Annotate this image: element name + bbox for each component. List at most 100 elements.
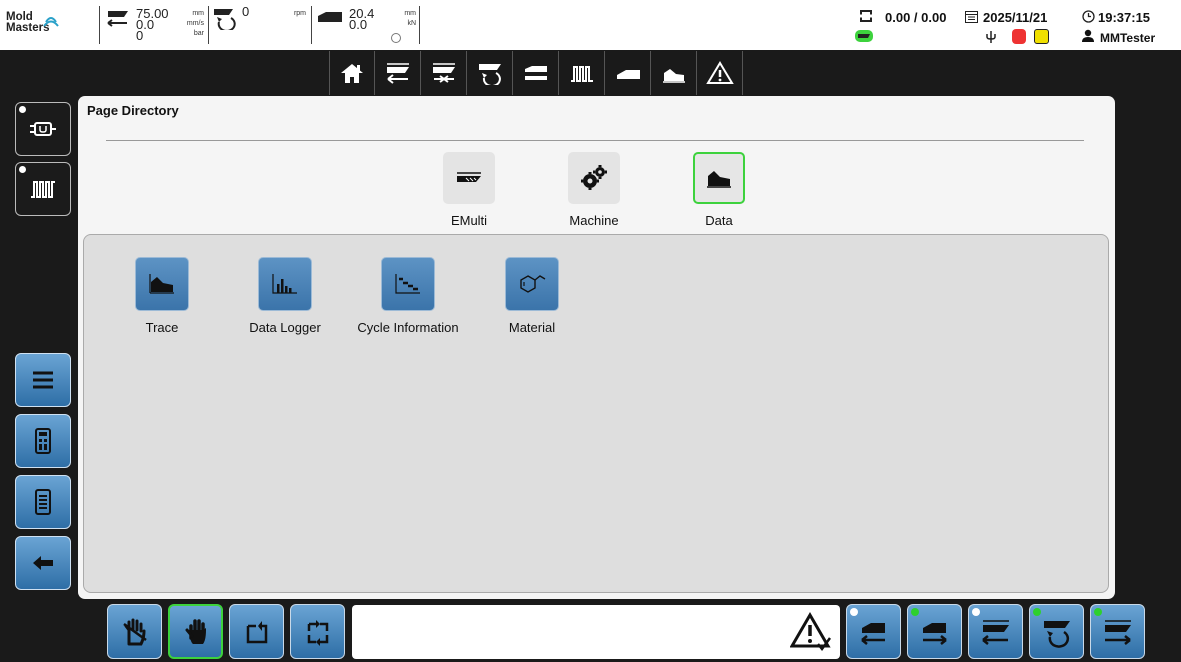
nav-injection[interactable] — [375, 51, 421, 95]
divider — [311, 6, 312, 44]
carriage-icon — [318, 12, 342, 22]
carriage-forward-icon — [922, 622, 947, 645]
nav-screw[interactable] — [467, 51, 513, 95]
status-dot-green — [1033, 608, 1041, 616]
auto-cycle-button[interactable] — [290, 604, 345, 659]
calculator-icon — [35, 428, 51, 454]
category-label: Data — [705, 213, 733, 228]
user-name: MMTester — [1100, 31, 1156, 45]
injection-forward-icon — [1104, 619, 1131, 645]
nav-data[interactable] — [651, 51, 697, 95]
carriage-back-button[interactable] — [846, 604, 901, 659]
item-cycle-information[interactable]: Cycle Information — [348, 257, 468, 335]
alarm-message-field[interactable] — [352, 605, 840, 659]
heater-button[interactable] — [15, 162, 71, 216]
status-dot-green — [911, 608, 919, 616]
menu-icon — [33, 371, 53, 389]
document-button[interactable] — [15, 475, 71, 529]
nav-hold[interactable] — [421, 51, 467, 95]
status-bar: Mold Masters 75.00 0.0 0 mm mm/s bar 0 r… — [0, 0, 1181, 50]
screw-rotate-button[interactable] — [1029, 604, 1084, 659]
shot-values: 0.00 / 0.00 — [885, 10, 947, 25]
nav-carriage[interactable] — [605, 51, 651, 95]
injection-back-button[interactable] — [968, 604, 1023, 659]
power-icon — [30, 122, 56, 136]
category-machine[interactable]: Machine — [544, 152, 644, 228]
page-title: Page Directory — [87, 103, 179, 118]
injection-hold-icon — [432, 63, 455, 83]
mold-masters-logo: Mold Masters — [6, 11, 59, 34]
nav-home[interactable] — [329, 51, 375, 95]
unit-bar: bar — [193, 30, 204, 37]
area-chart-icon — [707, 171, 731, 188]
data-chart-icon — [662, 69, 685, 83]
manual-hand-button[interactable] — [107, 604, 162, 659]
emulti-icon — [457, 172, 481, 182]
home-icon — [341, 64, 363, 83]
nav-heater[interactable] — [559, 51, 605, 95]
menu-button[interactable] — [15, 353, 71, 407]
heater-icon — [31, 181, 55, 198]
item-icon-box — [505, 257, 559, 311]
gears-icon — [581, 165, 607, 190]
category-icon-box — [443, 152, 495, 204]
item-data-logger[interactable]: Data Logger — [240, 257, 330, 335]
nav-nozzle[interactable] — [513, 51, 559, 95]
top-navigation — [329, 51, 743, 95]
cycle-icon — [859, 10, 873, 22]
usb-icon — [986, 31, 996, 43]
divider — [106, 140, 1084, 141]
alarm-acknowledged-icon — [790, 612, 832, 652]
unit-mm: mm — [192, 10, 204, 17]
injection-forward-button[interactable] — [1090, 604, 1145, 659]
single-cycle-button[interactable] — [229, 604, 284, 659]
injection-back-icon — [981, 619, 1009, 645]
page-directory-panel: Page Directory EMulti Machine Data Trace — [78, 96, 1115, 599]
clock-icon — [1082, 10, 1095, 23]
carriage-back-icon — [860, 622, 885, 645]
category-data[interactable]: Data — [669, 152, 769, 228]
carriage-icon — [616, 70, 640, 79]
unit-mm-s: mm/s — [186, 20, 204, 27]
memory-card-icon — [1012, 29, 1026, 44]
hand-button[interactable] — [168, 604, 223, 659]
category-icon-box-active — [693, 152, 745, 204]
divider — [99, 6, 100, 44]
document-icon — [35, 489, 51, 515]
divider — [208, 6, 209, 44]
status-indicator-icon — [391, 33, 401, 43]
manual-hand-icon — [122, 618, 147, 645]
calculator-button[interactable] — [15, 414, 71, 468]
unit-mm: mm — [404, 10, 416, 17]
molecule-icon — [520, 275, 546, 293]
status-dot — [972, 608, 980, 616]
user-icon — [1082, 29, 1094, 42]
item-icon-box — [381, 257, 435, 311]
nav-alarms[interactable] — [697, 51, 743, 95]
single-cycle-icon — [246, 620, 267, 643]
calendar-icon — [965, 11, 978, 23]
bar-chart-icon — [272, 274, 297, 294]
date: 2025/11/21 — [983, 10, 1048, 25]
data-items-panel: Trace Data Logger Cycle Information Mate… — [83, 234, 1109, 593]
injection-pressure: 0 — [136, 28, 144, 43]
carriage-force: 0.0 — [349, 17, 368, 32]
item-icon-box — [258, 257, 312, 311]
item-label: Material — [508, 320, 556, 335]
category-emulti[interactable]: EMulti — [419, 152, 519, 228]
heater-icon — [570, 66, 593, 82]
power-button[interactable] — [15, 102, 71, 156]
step-chart-icon — [395, 274, 420, 294]
item-trace[interactable]: Trace — [127, 257, 197, 335]
hand-icon — [185, 618, 206, 644]
back-button[interactable] — [15, 536, 71, 590]
carriage-forward-button[interactable] — [907, 604, 962, 659]
logo-mark-icon — [43, 17, 59, 27]
alarm-warning-icon — [705, 61, 734, 84]
screw-rpm: 0 — [242, 4, 250, 19]
divider — [419, 6, 420, 44]
status-dot — [19, 166, 26, 173]
category-label: Machine — [569, 213, 619, 228]
item-material[interactable]: Material — [492, 257, 572, 335]
auto-cycle-icon — [307, 619, 328, 646]
